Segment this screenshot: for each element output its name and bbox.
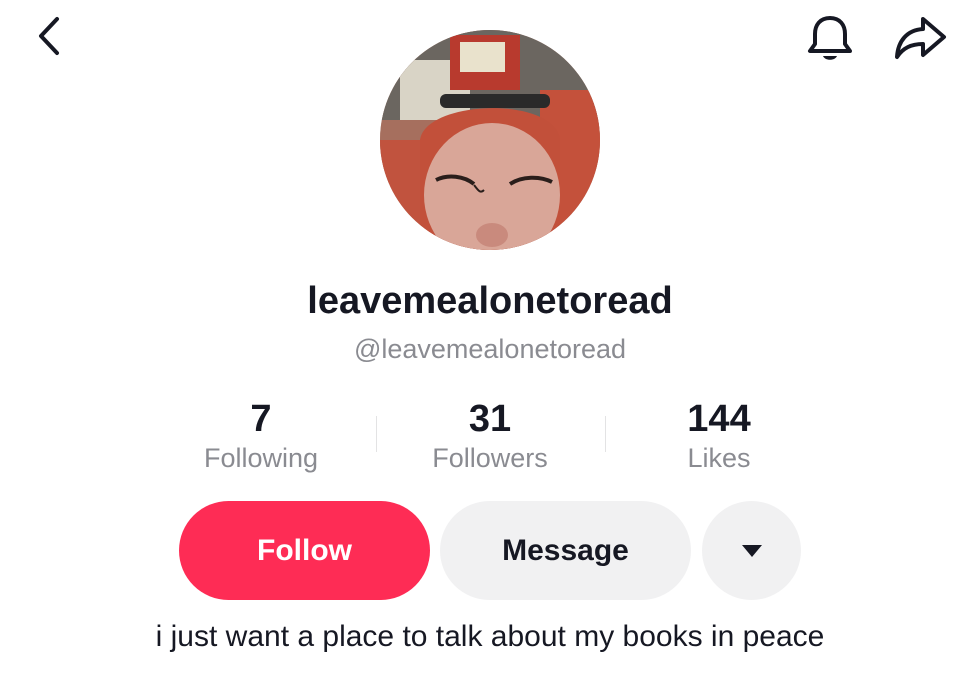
username-handle: @leavemealonetoread xyxy=(353,334,627,364)
likes-count: 144 xyxy=(687,398,751,440)
profile-bio: i just want a place to talk about my boo… xyxy=(155,620,825,653)
likes-stat[interactable]: 144 Likes xyxy=(609,398,829,476)
notification-button[interactable] xyxy=(802,10,858,66)
stat-divider xyxy=(376,416,377,452)
caret-down-icon xyxy=(741,544,762,557)
bell-icon xyxy=(808,16,852,60)
share-arrow-icon xyxy=(895,17,946,59)
followers-stat[interactable]: 31 Followers xyxy=(380,398,600,476)
followers-label: Followers xyxy=(432,443,548,473)
back-button[interactable] xyxy=(24,12,72,60)
likes-label: Likes xyxy=(687,443,751,473)
message-button[interactable]: Message xyxy=(440,501,691,600)
share-button[interactable] xyxy=(890,10,950,66)
avatar[interactable] xyxy=(380,30,600,250)
stat-divider xyxy=(605,416,606,452)
following-count: 7 xyxy=(250,398,272,440)
display-name: leavemealonetoread xyxy=(307,280,673,322)
following-label: Following xyxy=(203,443,319,473)
following-stat[interactable]: 7 Following xyxy=(151,398,371,476)
follow-button[interactable]: Follow xyxy=(179,501,430,600)
profile-photo xyxy=(380,30,600,250)
more-options-button[interactable] xyxy=(702,501,801,600)
followers-count: 31 xyxy=(468,398,512,440)
chevron-left-icon xyxy=(39,17,59,55)
